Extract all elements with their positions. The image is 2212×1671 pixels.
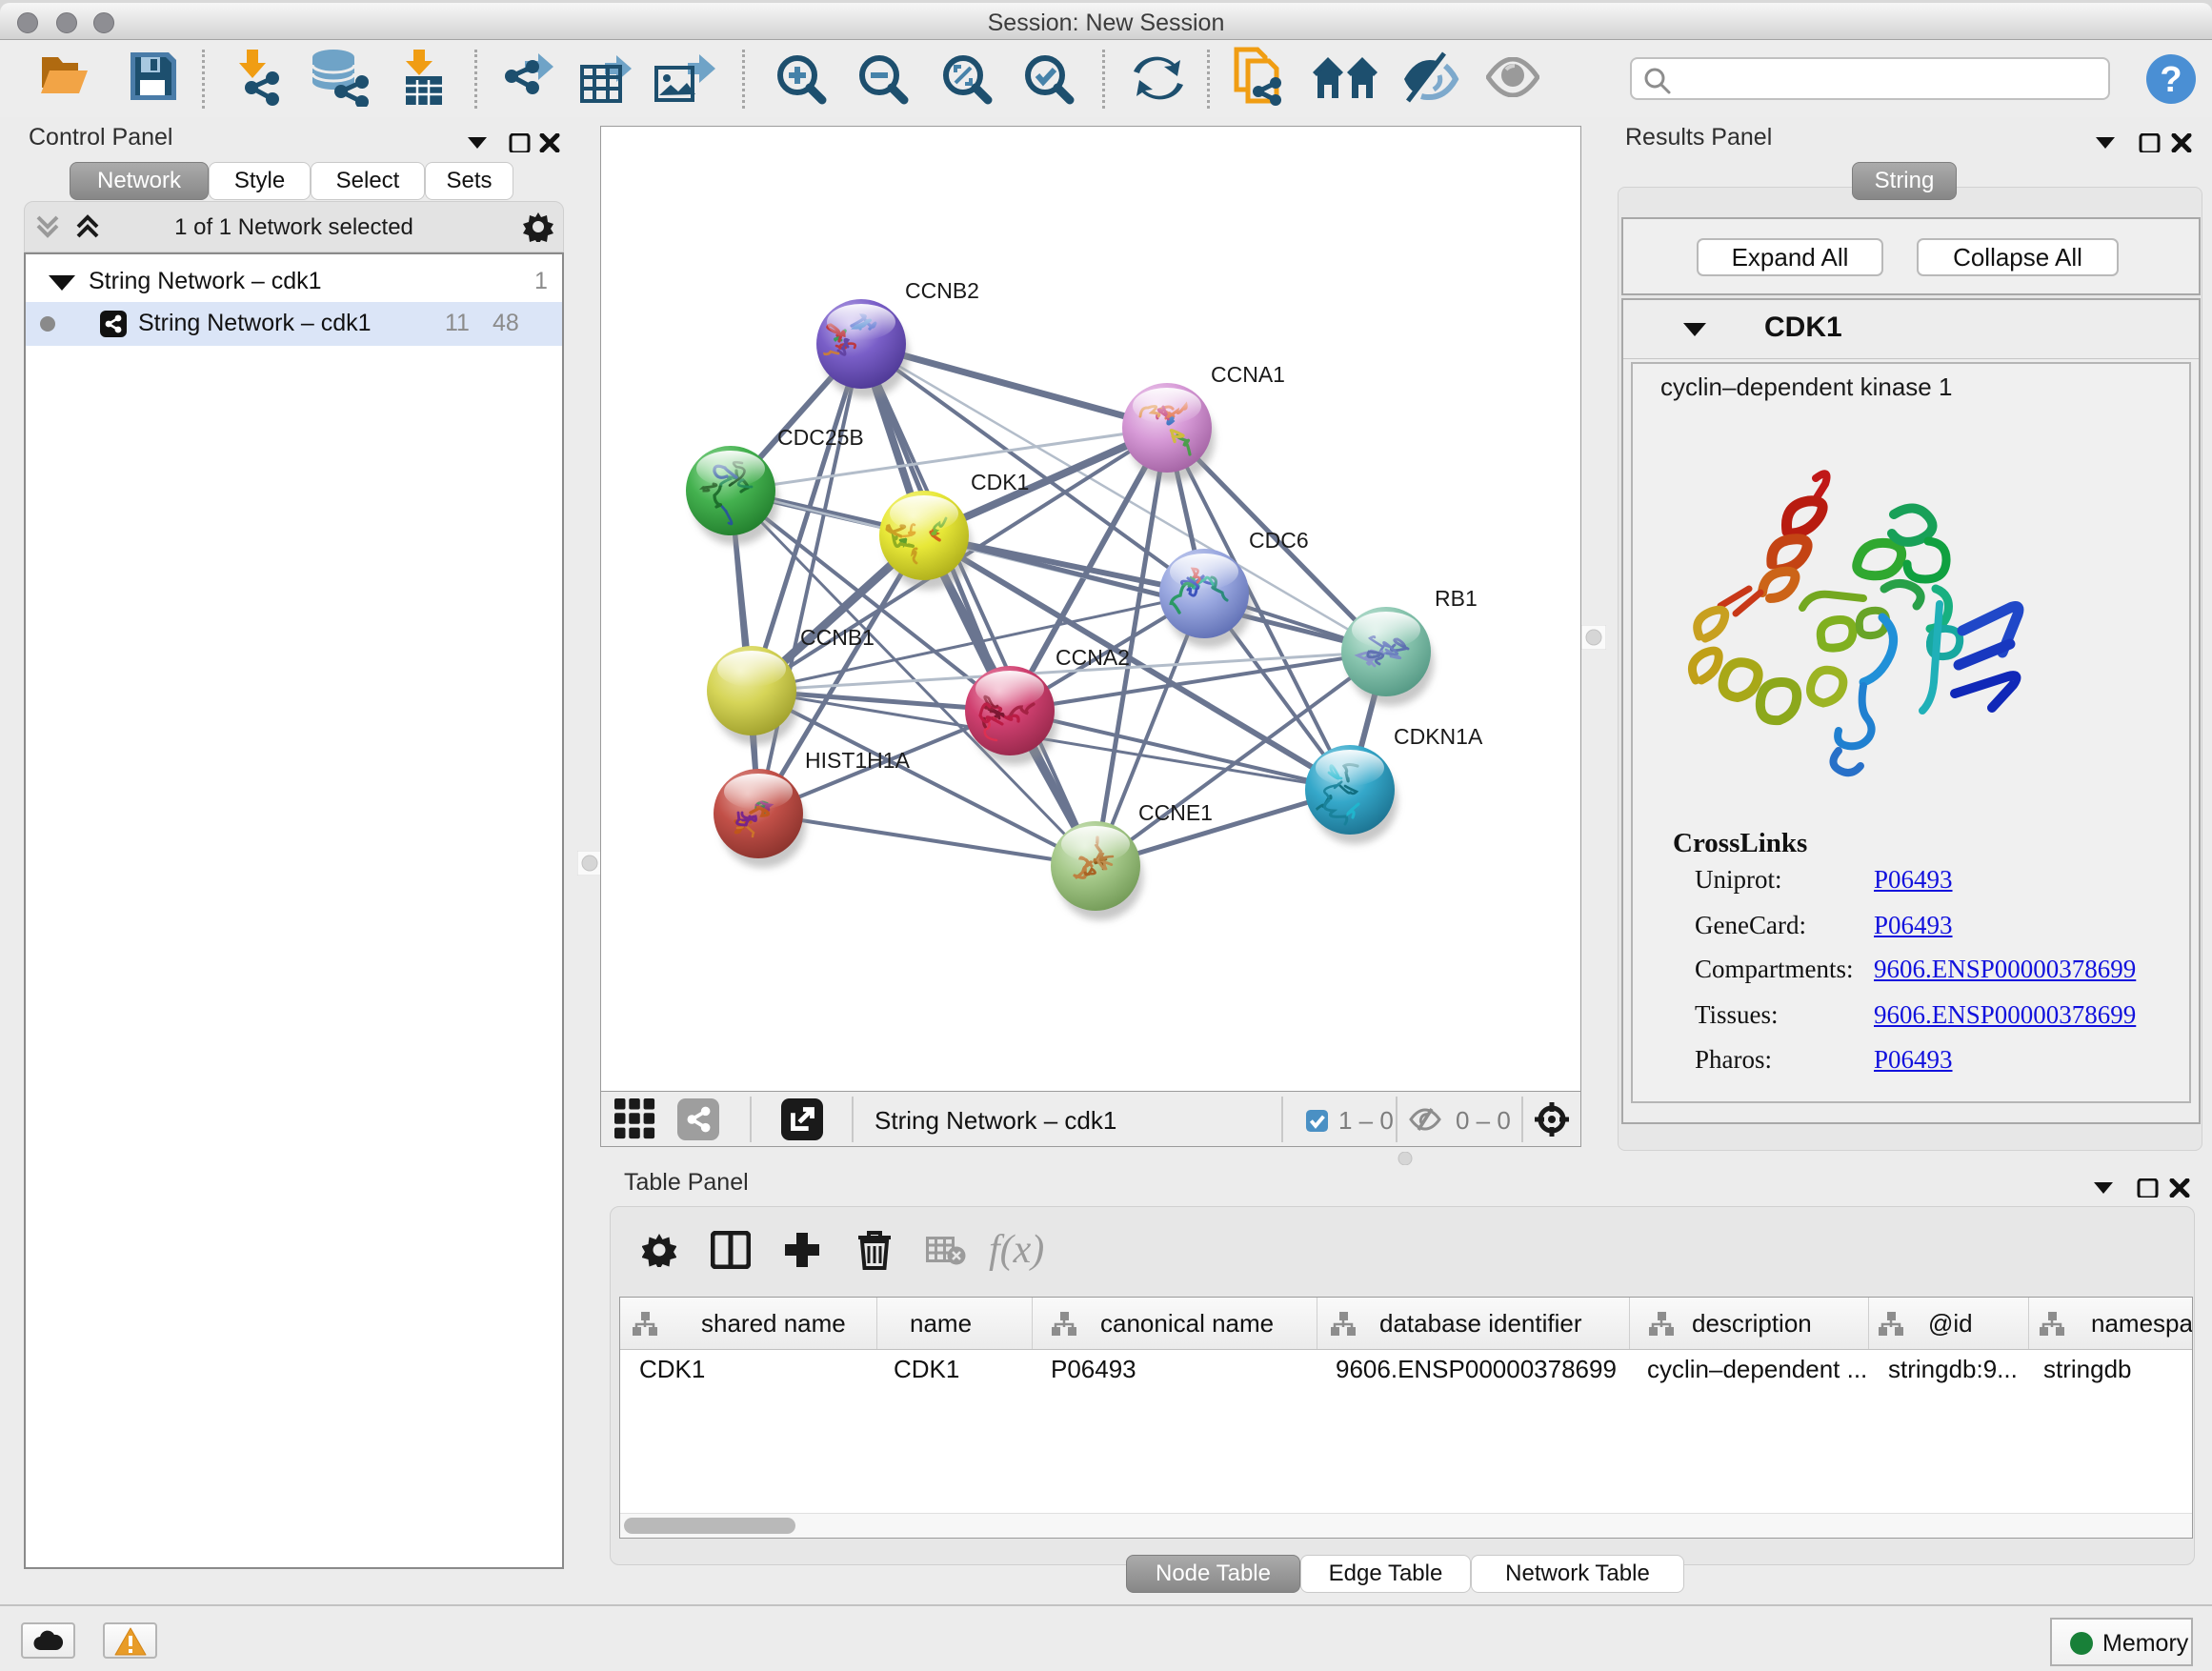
svg-text:?: ?: [2160, 60, 2182, 100]
svg-text:CCNA2: CCNA2: [1056, 645, 1130, 670]
svg-text:HIST1H1A: HIST1H1A: [805, 748, 911, 773]
svg-text:CDC25B: CDC25B: [777, 425, 864, 450]
svg-text:CDK1: CDK1: [971, 470, 1029, 494]
svg-text:CCNA1: CCNA1: [1211, 362, 1285, 387]
svg-text:RB1: RB1: [1435, 586, 1478, 611]
svg-text:CCNB1: CCNB1: [800, 625, 875, 650]
svg-text:CCNE1: CCNE1: [1138, 800, 1213, 825]
svg-text:CCNB2: CCNB2: [905, 278, 979, 303]
svg-text:CDC6: CDC6: [1249, 528, 1309, 553]
svg-text:CDKN1A: CDKN1A: [1394, 724, 1483, 749]
